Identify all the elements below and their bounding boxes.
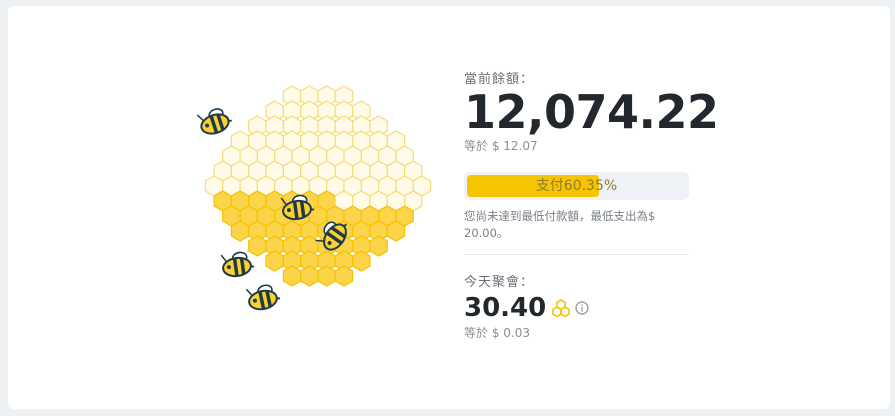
bee-icon bbox=[196, 108, 232, 135]
honey-cell bbox=[334, 265, 354, 287]
today-equivalent: 等於 $ 0.03 bbox=[464, 326, 530, 340]
bee-icon bbox=[245, 284, 281, 311]
balance-row: 12,074.22 bbox=[464, 89, 719, 135]
honey-cell bbox=[317, 265, 336, 287]
honey-cell bbox=[282, 265, 302, 287]
divider bbox=[464, 254, 689, 255]
balance-equivalent: 等於 $ 12.07 bbox=[464, 139, 538, 153]
honey-cell bbox=[352, 250, 371, 272]
honey-cell bbox=[369, 235, 388, 257]
honey-cell bbox=[386, 220, 406, 242]
honey-cell bbox=[248, 235, 267, 257]
payout-progress-text: 支付60.35% bbox=[535, 178, 618, 194]
honeycomb-illustration bbox=[196, 85, 432, 311]
today-amount: 30.40 bbox=[464, 293, 547, 323]
honey-cell bbox=[300, 265, 319, 287]
honey-cell bbox=[230, 220, 250, 242]
honeycomb-coin-icon bbox=[552, 299, 571, 317]
bee-icon bbox=[220, 251, 255, 278]
info-icon[interactable] bbox=[575, 301, 589, 315]
honey-cell bbox=[265, 250, 285, 272]
balance-amount: 12,074.22 bbox=[464, 85, 719, 139]
payout-note: 您尚未達到最低付款額，最低支出為$ 20.00。 bbox=[464, 209, 656, 240]
today-row: 30.40 bbox=[464, 294, 704, 322]
stats-panel: 當前餘額： 12,074.22 等於 $ 12.07 支付60.35% 您尚未達… bbox=[464, 68, 719, 341]
today-label: 今天聚會： bbox=[464, 275, 535, 290]
earnings-card: 當前餘額： 12,074.22 等於 $ 12.07 支付60.35% 您尚未達… bbox=[8, 6, 890, 409]
payout-progress-bar: 支付60.35% bbox=[464, 172, 689, 200]
